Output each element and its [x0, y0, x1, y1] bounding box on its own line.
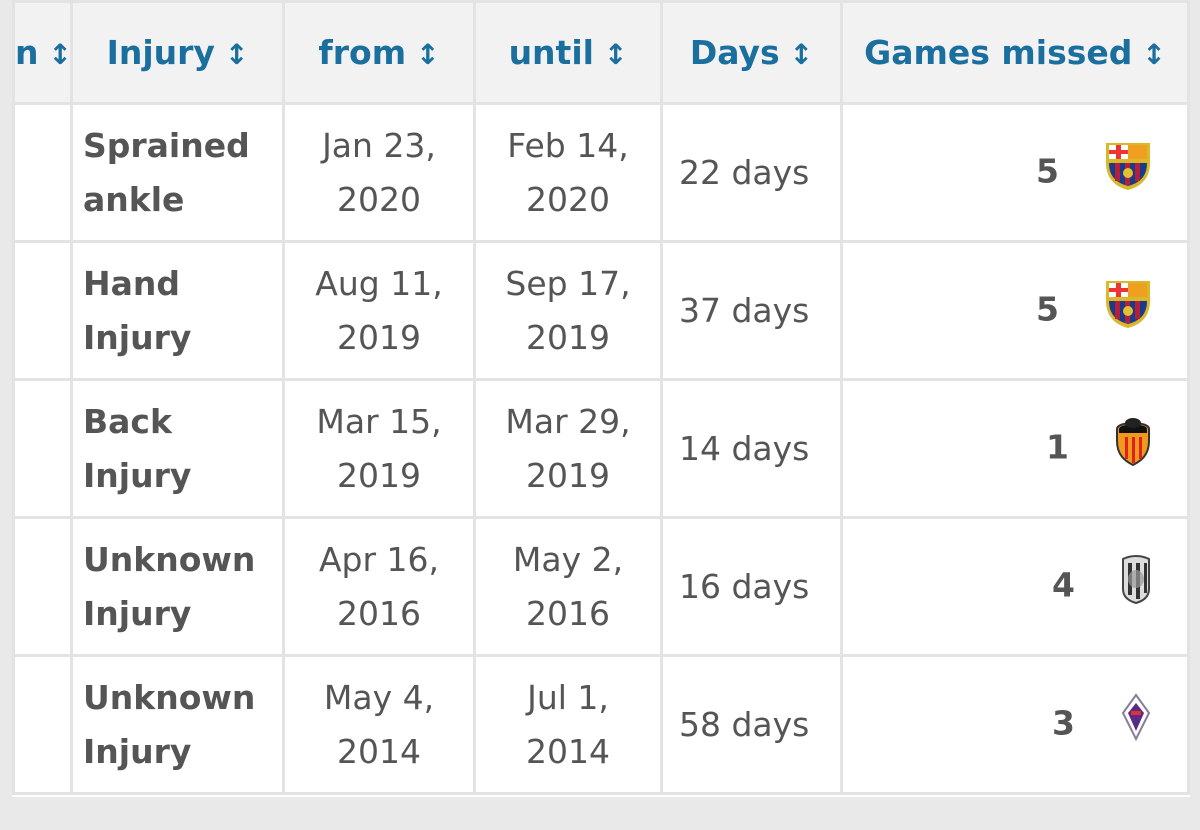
- column-header-label: Games missed: [864, 33, 1133, 72]
- injury-line: Injury: [83, 593, 192, 633]
- table-row: Sprained ankle Jan 23, 2020 Feb 14, 2020 22…: [12, 102, 1190, 243]
- until-cell: May 2, 2016: [473, 516, 663, 657]
- days-cell: 37 days: [660, 240, 843, 381]
- games-missed-cell: 1: [840, 378, 1190, 519]
- injury-line: Hand: [83, 263, 181, 303]
- games-missed-value: 5: [1036, 289, 1059, 328]
- sort-arrows-icon[interactable]: ↕: [604, 38, 627, 71]
- injury-cell: Unknown Injury: [70, 654, 285, 795]
- until-date-line: May 2,: [512, 539, 624, 579]
- from-date-line: Apr 16,: [318, 539, 440, 579]
- injury-history-table: n ↕ Injury ↕ from ↕ until ↕ Days ↕ Games missed ↕ S…: [12, 0, 1190, 795]
- hidden-cell: [12, 240, 73, 381]
- games-missed-value: 3: [1052, 703, 1075, 742]
- sort-arrows-icon[interactable]: ↕: [416, 38, 439, 71]
- injury-line: Injury: [83, 317, 192, 357]
- from-year: 2014: [337, 731, 421, 771]
- hidden-cell: [12, 102, 73, 243]
- until-date-line: Feb 14,: [507, 125, 629, 165]
- from-cell: Aug 11, 2019: [282, 240, 476, 381]
- from-year: 2016: [337, 593, 421, 633]
- from-cell: Jan 23, 2020: [282, 102, 476, 243]
- until-date-line: Sep 17,: [505, 263, 631, 303]
- games-missed-value: 1: [1046, 427, 1069, 466]
- games-missed-value: 4: [1052, 565, 1075, 604]
- from-date-line: May 4,: [323, 677, 435, 717]
- injury-cell: Unknown Injury: [70, 516, 285, 657]
- column-header-injury[interactable]: Injury ↕: [70, 0, 285, 105]
- juventus-crest-icon[interactable]: [1119, 553, 1153, 621]
- injury-line: Injury: [83, 731, 192, 771]
- until-cell: Mar 29, 2019: [473, 378, 663, 519]
- hidden-cell: [12, 516, 73, 657]
- days-cell: 22 days: [660, 102, 843, 243]
- table-row: Back Injury Mar 15, 2019 Mar 29, 2019 14 da…: [12, 378, 1190, 519]
- sort-arrows-icon[interactable]: ↕: [1142, 38, 1165, 71]
- table-row: Unknown Injury May 4, 2014 Jul 1, 2014 58 d…: [12, 654, 1190, 795]
- sort-arrows-icon[interactable]: ↕: [49, 38, 69, 71]
- injury-cell: Back Injury: [70, 378, 285, 519]
- days-cell: 14 days: [660, 378, 843, 519]
- injury-line: Unknown: [83, 677, 256, 717]
- until-year: 2020: [526, 179, 610, 219]
- from-year: 2019: [337, 317, 421, 357]
- table-row: Hand Injury Aug 11, 2019 Sep 17, 2019 37 da…: [12, 240, 1190, 381]
- injury-cell: Hand Injury: [70, 240, 285, 381]
- until-date-line: Mar 29,: [505, 401, 631, 441]
- games-missed-cell: 5: [840, 102, 1190, 243]
- until-year: 2019: [526, 317, 610, 357]
- column-header-hidden[interactable]: n ↕: [12, 0, 73, 105]
- games-missed-cell: 3: [840, 654, 1190, 795]
- injury-line: Sprained: [83, 125, 250, 165]
- barcelona-crest-icon[interactable]: [1103, 277, 1153, 345]
- valencia-crest-icon[interactable]: [1113, 415, 1153, 483]
- until-date-line: Jul 1,: [527, 677, 609, 717]
- column-header-label: until: [508, 33, 594, 72]
- column-header-label: Days: [689, 33, 780, 72]
- column-header-games-missed[interactable]: Games missed ↕: [840, 0, 1190, 105]
- from-cell: May 4, 2014: [282, 654, 476, 795]
- hidden-cell: [12, 378, 73, 519]
- until-year: 2016: [526, 593, 610, 633]
- sort-arrows-icon[interactable]: ↕: [225, 38, 248, 71]
- column-header-label: n: [15, 33, 39, 72]
- until-cell: Feb 14, 2020: [473, 102, 663, 243]
- barcelona-crest-icon[interactable]: [1103, 139, 1153, 207]
- column-header-label: Injury: [106, 33, 215, 72]
- games-missed-cell: 4: [840, 516, 1190, 657]
- column-header-from[interactable]: from ↕: [282, 0, 476, 105]
- days-cell: 16 days: [660, 516, 843, 657]
- from-year: 2020: [337, 179, 421, 219]
- column-header-days[interactable]: Days ↕: [660, 0, 843, 105]
- until-cell: Jul 1, 2014: [473, 654, 663, 795]
- games-missed-cell: 5: [840, 240, 1190, 381]
- until-year: 2019: [526, 455, 610, 495]
- injury-line: Injury: [83, 455, 192, 495]
- from-cell: Mar 15, 2019: [282, 378, 476, 519]
- injury-line: ankle: [83, 179, 185, 219]
- injury-cell: Sprained ankle: [70, 102, 285, 243]
- games-missed-value: 5: [1036, 151, 1059, 190]
- until-cell: Sep 17, 2019: [473, 240, 663, 381]
- from-cell: Apr 16, 2016: [282, 516, 476, 657]
- column-header-label: from: [318, 33, 407, 72]
- injury-line: Unknown: [83, 539, 256, 579]
- sort-arrows-icon[interactable]: ↕: [790, 38, 813, 71]
- injury-line: Back: [83, 401, 172, 441]
- days-cell: 58 days: [660, 654, 843, 795]
- injury-history-table-container: n ↕ Injury ↕ from ↕ until ↕ Days ↕ Games missed ↕ S…: [12, 0, 1190, 797]
- until-year: 2014: [526, 731, 610, 771]
- column-header-until[interactable]: until ↕: [473, 0, 663, 105]
- from-date-line: Aug 11,: [315, 263, 443, 303]
- from-date-line: Mar 15,: [316, 401, 442, 441]
- table-row: Unknown Injury Apr 16, 2016 May 2, 2016 16 …: [12, 516, 1190, 657]
- fiorentina-crest-icon[interactable]: [1119, 691, 1153, 759]
- from-date-line: Jan 23,: [322, 125, 436, 165]
- from-year: 2019: [337, 455, 421, 495]
- hidden-cell: [12, 654, 73, 795]
